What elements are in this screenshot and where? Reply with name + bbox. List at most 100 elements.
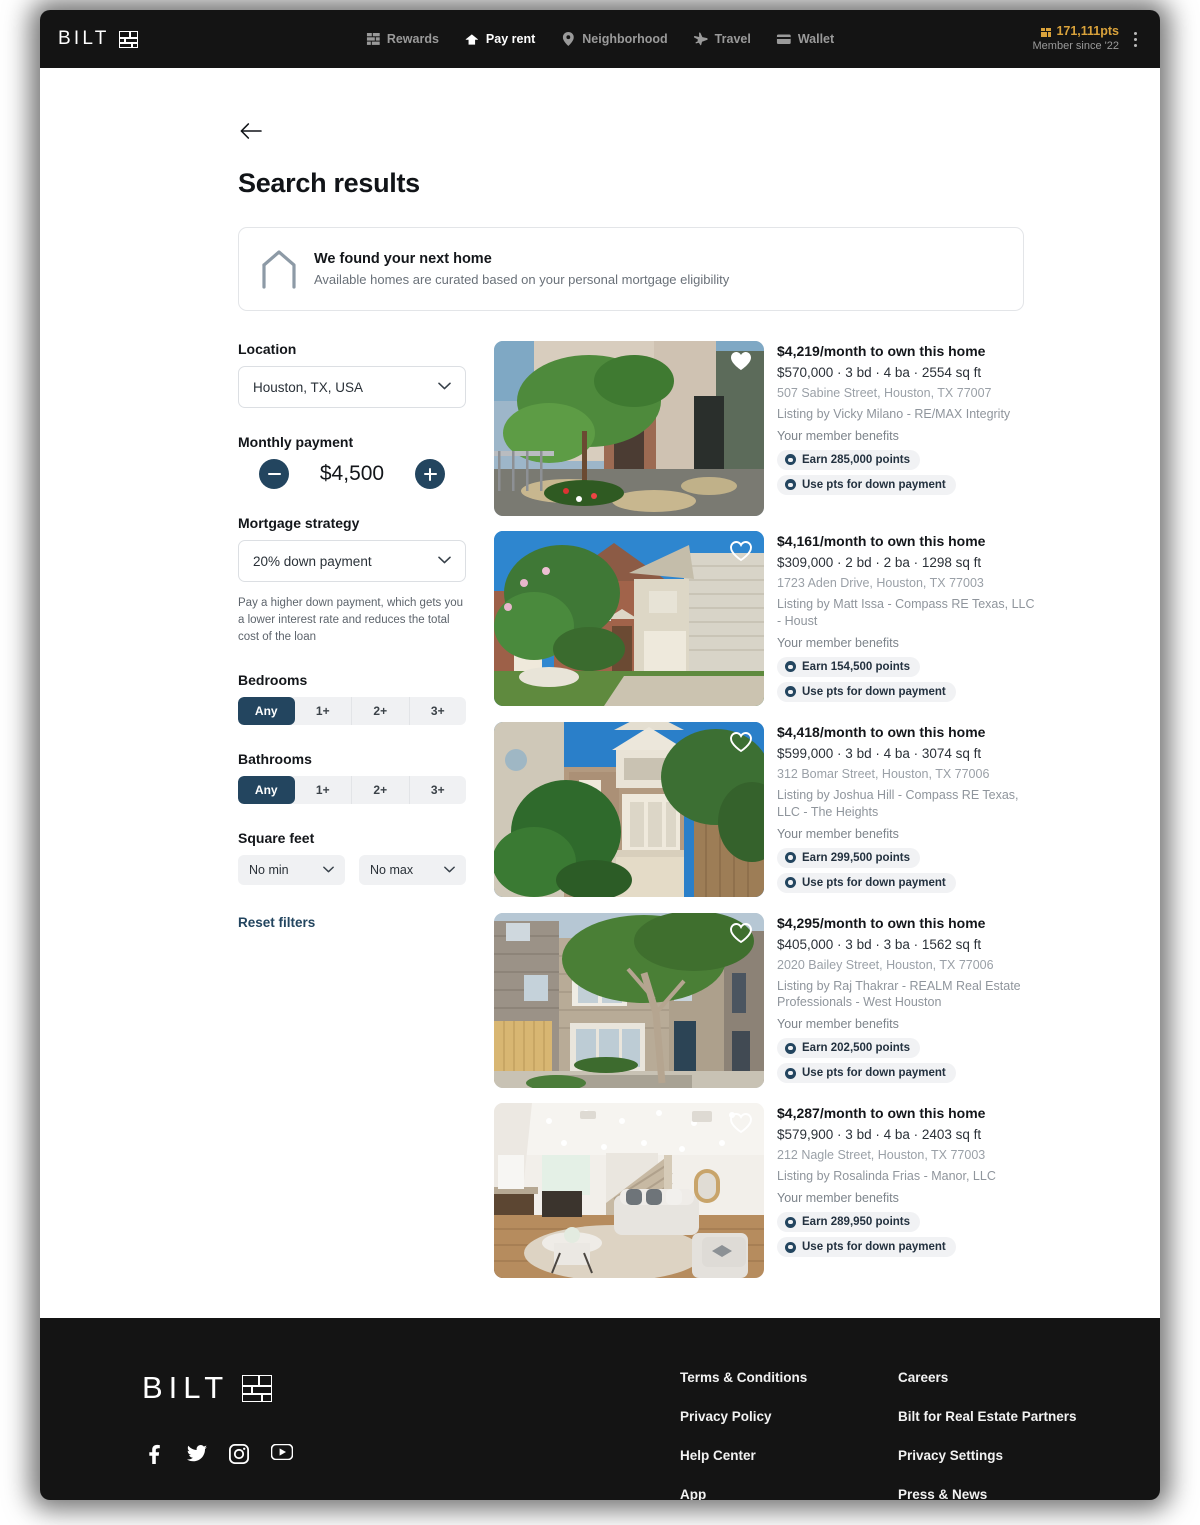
mortgage-strategy-label: Mortgage strategy xyxy=(238,515,360,531)
square-feet-label: Square feet xyxy=(238,830,315,847)
main-content: Search results We found your next home A… xyxy=(40,68,1160,1319)
points-badge-icon xyxy=(785,1042,796,1054)
listing-photo[interactable] xyxy=(494,912,764,1088)
listing-benefits-label: Your member benefits xyxy=(777,1017,899,1032)
benefit-chip-down-payment[interactable]: Use pts for down payment xyxy=(777,1063,956,1084)
bathrooms-option-2plus[interactable]: 2+ xyxy=(352,776,410,805)
points-badge-icon xyxy=(785,852,796,863)
mortgage-strategy-hint: Pay a higher down payment, which gets yo… xyxy=(238,597,464,644)
benefit-chip-earn-points[interactable]: Earn 154,500 points xyxy=(777,656,921,677)
monthly-payment-stepper: $4,500 xyxy=(238,459,466,489)
monthly-payment-value: $4,500 xyxy=(319,462,385,485)
nav-item-neighborhood[interactable]: Neighborhood xyxy=(561,32,668,46)
sqft-max-value: No max xyxy=(370,863,414,878)
nav-item-pay-rent[interactable]: Pay rent xyxy=(465,32,535,46)
listing-card[interactable]: $4,295/month to own this home $405,000 ·… xyxy=(494,912,1120,1089)
chip-label: Earn 202,500 points xyxy=(802,1042,911,1055)
listing-photo[interactable] xyxy=(494,531,764,706)
favorite-heart-icon[interactable] xyxy=(730,922,752,943)
mortgage-strategy-select[interactable]: 20% down payment xyxy=(238,540,466,582)
listing-specs: $309,000 · 2 bd · 2 ba · 1298 sq ft xyxy=(777,555,982,570)
listing-photo[interactable] xyxy=(494,1103,764,1279)
benefit-chip-earn-points[interactable]: Earn 299,500 points xyxy=(777,847,921,868)
page-title: Search results xyxy=(238,168,420,198)
listing-card[interactable]: $4,418/month to own this home $599,000 ·… xyxy=(494,721,1120,898)
benefit-chip-down-payment[interactable]: Use pts for down payment xyxy=(777,1237,956,1258)
benefit-chip-down-payment[interactable]: Use pts for down payment xyxy=(777,474,956,495)
decrement-payment-button[interactable] xyxy=(259,459,289,489)
nav-label: Pay rent xyxy=(485,32,536,46)
bedrooms-option-3plus[interactable]: 3+ xyxy=(410,697,467,725)
points-balance[interactable]: 171,111pts Member since '22 xyxy=(1033,24,1119,53)
bathrooms-option-any[interactable]: Any xyxy=(238,776,295,805)
instagram-icon[interactable] xyxy=(228,1444,250,1465)
listing-monthly-price: $4,418/month to own this home xyxy=(777,723,986,740)
listing-agent: Listing by Matt Issa - Compass RE Texas,… xyxy=(777,597,1035,628)
footer-link-terms[interactable]: Terms & Conditions xyxy=(680,1370,898,1385)
sqft-max-select[interactable]: No max xyxy=(359,855,466,886)
chip-label: Earn 285,000 points xyxy=(802,453,911,466)
nav-item-wallet[interactable]: Wallet xyxy=(776,32,834,46)
facebook-icon[interactable] xyxy=(145,1444,165,1465)
house-icon xyxy=(465,32,479,46)
listing-monthly-price: $4,219/month to own this home xyxy=(777,343,986,359)
bedrooms-segmented-control: Any 1+ 2+ 3+ xyxy=(238,697,467,726)
listing-card[interactable]: $4,287/month to own this home $579,900 ·… xyxy=(494,1103,1120,1279)
listing-address: 507 Sabine Street, Houston, TX 77007 xyxy=(777,386,992,400)
benefit-chip-earn-points[interactable]: Earn 285,000 points xyxy=(777,449,921,470)
bedrooms-option-any[interactable]: Any xyxy=(238,697,295,726)
location-label: Location xyxy=(238,341,297,357)
browser-window: BILT Rewards Pay rent Neighborhood Trave… xyxy=(40,10,1160,1500)
bilt-logo[interactable]: BILT xyxy=(58,28,138,50)
monthly-payment-label: Monthly payment xyxy=(238,434,354,450)
location-value: Houston, TX, USA xyxy=(253,379,364,395)
listing-address: 312 Bomar Street, Houston, TX 77006 xyxy=(777,766,990,781)
nav-item-travel[interactable]: Travel xyxy=(693,32,751,46)
back-arrow-icon[interactable] xyxy=(238,118,264,144)
bedrooms-option-1plus[interactable]: 1+ xyxy=(295,697,352,726)
footer-link-careers[interactable]: Careers xyxy=(898,1370,1077,1385)
nav-item-rewards[interactable]: Rewards xyxy=(366,32,439,46)
bathrooms-option-3plus[interactable]: 3+ xyxy=(410,776,467,804)
favorite-heart-icon[interactable] xyxy=(730,731,752,752)
footer-bilt-logo[interactable]: BILT xyxy=(142,1370,680,1406)
favorite-heart-icon[interactable] xyxy=(730,351,752,371)
listing-photo[interactable] xyxy=(494,341,764,516)
listing-card[interactable]: $4,161/month to own this home $309,000 ·… xyxy=(494,531,1120,707)
home-outline-icon xyxy=(261,248,297,290)
chip-label: Use pts for down payment xyxy=(802,1067,946,1080)
chevron-down-icon xyxy=(444,865,455,876)
member-since-label: Member since '22 xyxy=(1032,39,1119,52)
footer-link-press-news[interactable]: Press & News xyxy=(898,1487,1077,1500)
chevron-down-icon xyxy=(438,382,451,393)
chip-label: Use pts for down payment xyxy=(802,1241,946,1254)
bedrooms-option-2plus[interactable]: 2+ xyxy=(352,697,410,726)
favorite-heart-icon[interactable] xyxy=(730,1113,752,1134)
listing-card[interactable]: $4,219/month to own this home $570,000 ·… xyxy=(494,341,1120,516)
reset-filters-link[interactable]: Reset filters xyxy=(238,915,466,930)
footer-link-privacy-policy[interactable]: Privacy Policy xyxy=(680,1409,898,1424)
location-select[interactable]: Houston, TX, USA xyxy=(238,366,466,408)
benefit-chip-earn-points[interactable]: Earn 202,500 points xyxy=(777,1038,921,1059)
footer-link-real-estate-partners[interactable]: Bilt for Real Estate Partners xyxy=(898,1409,1077,1424)
bathrooms-option-1plus[interactable]: 1+ xyxy=(295,776,352,805)
listing-photo[interactable] xyxy=(494,721,764,897)
listing-benefits-label: Your member benefits xyxy=(777,635,899,650)
benefit-chip-earn-points[interactable]: Earn 289,950 points xyxy=(777,1212,921,1233)
favorite-heart-icon[interactable] xyxy=(730,541,752,562)
bilt-brick-icon xyxy=(242,1374,273,1402)
benefit-chip-down-payment[interactable]: Use pts for down payment xyxy=(777,872,956,893)
listing-agent: Listing by Vicky Milano - RE/MAX Integri… xyxy=(777,407,1011,421)
benefit-chip-down-payment[interactable]: Use pts for down payment xyxy=(777,681,956,702)
sqft-min-select[interactable]: No min xyxy=(238,855,345,886)
youtube-icon[interactable] xyxy=(270,1443,294,1464)
twitter-icon[interactable] xyxy=(187,1444,207,1464)
listing-agent: Listing by Joshua Hill - Compass RE Texa… xyxy=(777,787,1019,819)
chip-label: Use pts for down payment xyxy=(802,685,946,698)
footer-link-help-center[interactable]: Help Center xyxy=(680,1448,898,1463)
listing-specs: $599,000 · 3 bd · 4 ba · 3074 sq ft xyxy=(777,745,982,761)
footer-link-privacy-settings[interactable]: Privacy Settings xyxy=(898,1448,1077,1463)
increment-payment-button[interactable] xyxy=(415,459,445,489)
footer-link-app[interactable]: App xyxy=(680,1487,898,1500)
overflow-menu-icon[interactable] xyxy=(1129,28,1142,51)
